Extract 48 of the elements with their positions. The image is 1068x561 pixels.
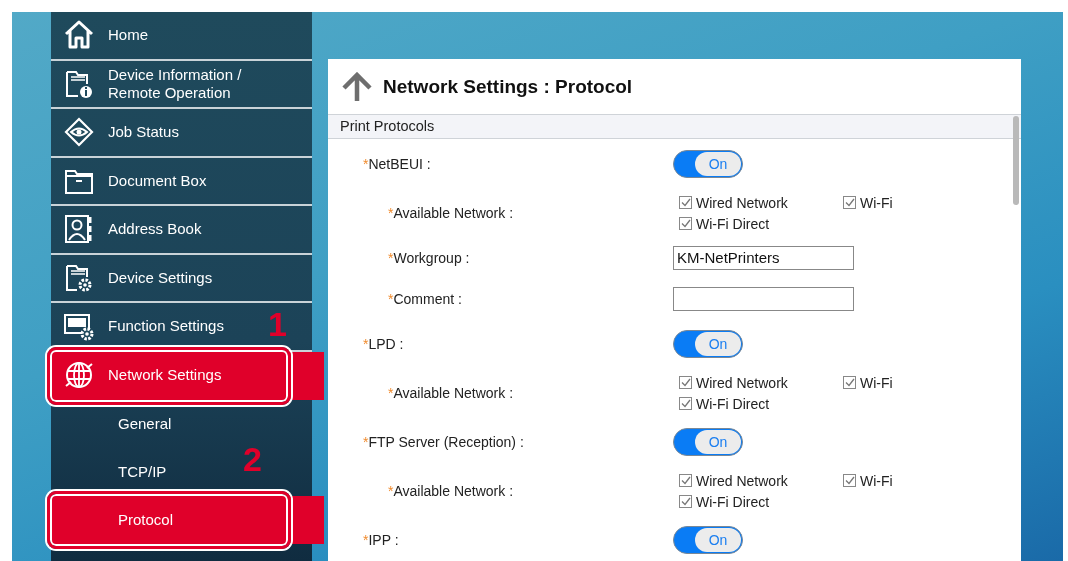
- checkbox-option[interactable]: Wi-Fi: [843, 374, 933, 391]
- checkbox[interactable]: [679, 495, 692, 508]
- step-number: 1: [268, 307, 287, 341]
- sidebar-item[interactable]: Address Book: [51, 206, 312, 255]
- sidebar-item[interactable]: General: [118, 415, 172, 433]
- address-book-icon: [63, 213, 95, 246]
- eye-icon: [63, 116, 95, 149]
- field-label: *Workgroup :: [387, 249, 471, 266]
- step-number: 2: [243, 442, 262, 476]
- field-label: *Comment :: [387, 290, 463, 307]
- page-title: Network Settings : Protocol: [383, 75, 633, 98]
- field-label: *Available Network :: [387, 483, 515, 499]
- checkbox-option[interactable]: Wired Network: [679, 472, 843, 489]
- sidebar-item[interactable]: Protocol: [51, 496, 324, 544]
- checkbox[interactable]: [679, 397, 692, 410]
- checkbox-option[interactable]: Wired Network: [679, 374, 843, 391]
- field-label: *IPP :: [362, 532, 400, 548]
- checkbox-option[interactable]: Wi-Fi: [843, 472, 933, 489]
- field-label: *NetBEUI :: [362, 156, 432, 172]
- sidebar-item[interactable]: Network Settings: [51, 351, 324, 400]
- checkbox[interactable]: [679, 196, 692, 209]
- checkbox[interactable]: [843, 474, 856, 487]
- checkbox[interactable]: [679, 376, 692, 389]
- home-icon: [63, 19, 95, 52]
- scrollbar-thumb[interactable]: [1013, 116, 1019, 205]
- checkbox[interactable]: [679, 217, 692, 230]
- sidebar-item[interactable]: Device Information / Remote Operation: [51, 60, 312, 109]
- field-label: *Available Network :: [387, 385, 515, 401]
- checkbox-option[interactable]: Wired Network: [679, 194, 843, 211]
- section-header: Print Protocols: [328, 115, 1021, 139]
- field-label: *LPD :: [362, 336, 405, 352]
- checkbox-option[interactable]: Wi-Fi Direct: [679, 493, 843, 510]
- checkbox[interactable]: [679, 474, 692, 487]
- checkbox-option[interactable]: Wi-Fi Direct: [679, 215, 843, 232]
- sidebar-item[interactable]: Job Status: [51, 109, 312, 158]
- sidebar-item[interactable]: Device Settings: [51, 254, 312, 303]
- checkbox[interactable]: [843, 196, 856, 209]
- text-field[interactable]: KM-NetPrinters: [673, 245, 854, 270]
- checkbox-option[interactable]: Wi-Fi: [843, 194, 933, 211]
- text-field[interactable]: [673, 286, 854, 311]
- up-arrow-icon[interactable]: [340, 71, 374, 102]
- sidebar-item[interactable]: TCP/IP: [118, 463, 167, 481]
- sidebar-item[interactable]: Document Box: [51, 157, 312, 206]
- sidebar-item[interactable]: Home: [51, 12, 312, 61]
- field-label: *Available Network :: [387, 205, 515, 221]
- checkbox-option[interactable]: Wi-Fi Direct: [679, 395, 843, 412]
- checkbox[interactable]: [843, 376, 856, 389]
- field-label: *FTP Server (Reception) :: [362, 434, 525, 450]
